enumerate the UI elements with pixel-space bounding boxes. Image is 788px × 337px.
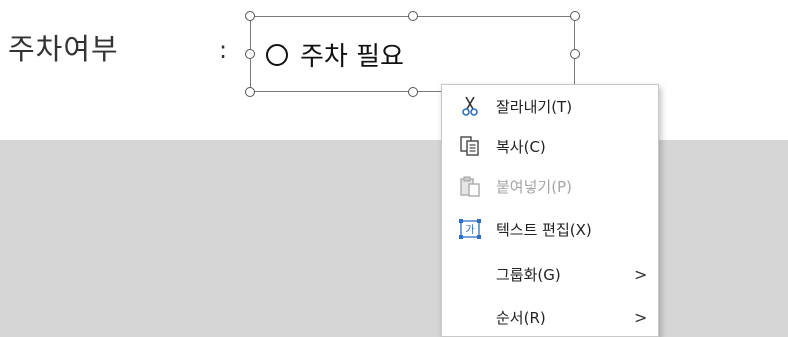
menu-item-cut[interactable]: 잘라내기(T) — [442, 86, 658, 126]
slide-background-area — [0, 140, 788, 337]
circle-symbol-icon — [266, 43, 288, 66]
parking-label: 주차여부 — [8, 32, 119, 66]
text-box-content[interactable]: 주차 필요 — [266, 36, 404, 73]
menu-item-edit-text-label: 텍스트 편집(X) — [496, 220, 592, 239]
resize-handle-bottom-center[interactable] — [408, 87, 418, 97]
scissors-icon — [458, 94, 482, 118]
resize-handle-middle-left[interactable] — [245, 49, 255, 59]
resize-handle-top-center[interactable] — [408, 11, 418, 21]
copy-icon — [458, 134, 482, 158]
resize-handle-top-right[interactable] — [570, 11, 580, 21]
resize-handle-top-left[interactable] — [245, 11, 255, 21]
chevron-right-icon: > — [634, 307, 648, 327]
paste-icon — [458, 174, 482, 198]
text-box-text: 주차 필요 — [300, 42, 404, 72]
menu-item-copy[interactable]: 복사(C) — [442, 126, 658, 166]
resize-handle-middle-right[interactable] — [570, 49, 580, 59]
menu-item-group-label: 그룹화(G) — [496, 265, 561, 284]
svg-text:가: 가 — [465, 224, 474, 236]
menu-item-order[interactable]: 순서(R) > — [442, 297, 658, 337]
menu-item-order-label: 순서(R) — [496, 308, 546, 327]
menu-item-group[interactable]: 그룹화(G) > — [442, 254, 658, 294]
menu-item-cut-label: 잘라내기(T) — [496, 97, 573, 116]
label-colon: : — [219, 36, 228, 64]
chevron-right-icon: > — [634, 264, 648, 284]
menu-item-paste[interactable]: 붙여넣기(P) — [442, 166, 658, 206]
menu-item-paste-label: 붙여넣기(P) — [496, 177, 572, 196]
context-menu: 잘라내기(T) 복사(C) 붙여넣기(P) 가 텍스트 편집(X) 그룹화(G)… — [441, 84, 659, 337]
resize-handle-bottom-left[interactable] — [245, 87, 255, 97]
menu-item-edit-text[interactable]: 가 텍스트 편집(X) — [442, 209, 658, 249]
edit-text-icon: 가 — [458, 217, 482, 241]
menu-item-copy-label: 복사(C) — [496, 137, 546, 156]
